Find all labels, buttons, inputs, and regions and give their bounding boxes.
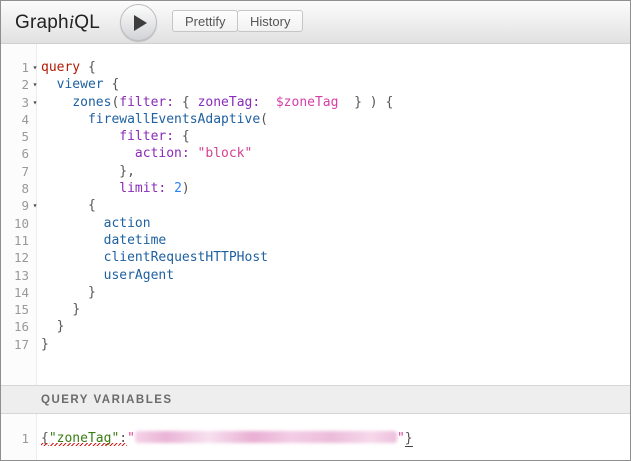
query-editor[interactable]: 1▾query {2▾ viewer {3▾ zones(filter: { z… [1,44,630,385]
code-line[interactable]: 12 clientRequestHTTPHost [1,249,630,266]
line-number: 5 [1,128,29,145]
query-variables-title-bar[interactable]: QUERY VARIABLES [1,385,630,414]
line-number: 7 [1,163,29,180]
fold-arrow-icon[interactable]: ▾ [29,197,41,214]
code-text: filter: { [41,128,190,145]
topbar: GraphiQL Prettify History [1,1,630,44]
code-text: } [41,318,64,335]
history-button[interactable]: History [237,10,303,32]
code-line[interactable]: 5 filter: { [1,128,630,145]
graphiql-logo: GraphiQL [15,1,100,44]
code-line[interactable]: 10 action [1,215,630,232]
code-text: query { [41,59,96,76]
code-line[interactable]: 2▾ viewer { [1,76,630,93]
code-line[interactable]: 14 } [1,284,630,301]
code-text: } [41,284,96,301]
code-line[interactable]: 16 } [1,318,630,335]
fold-gutter-spacer [29,232,41,249]
fold-gutter-spacer [29,111,41,128]
fold-gutter-spacer [29,163,41,180]
code-text: datetime [41,232,166,249]
code-line[interactable]: 13 userAgent [1,267,630,284]
graphiql-window: GraphiQL Prettify History 1▾query {2▾ vi… [0,0,631,461]
line-number: 11 [1,232,29,249]
fold-gutter-spacer [29,267,41,284]
code-text: {"zoneTag":""} [41,430,413,447]
line-number: 17 [1,336,29,353]
code-text: } [41,336,49,353]
code-text: } [41,301,80,318]
prettify-button[interactable]: Prettify [172,10,238,32]
fold-gutter-spacer [29,284,41,301]
line-number: 6 [1,145,29,162]
line-number: 14 [1,284,29,301]
line-number: 10 [1,215,29,232]
code-text: action: "block" [41,145,252,162]
code-text: action [41,215,151,232]
code-text: zones(filter: { zoneTag: $zoneTag } ) { [41,94,393,111]
line-number: 8 [1,180,29,197]
code-text: clientRequestHTTPHost [41,249,268,266]
code-line[interactable]: 8 limit: 2) [1,180,630,197]
code-line[interactable]: 1▾query { [1,59,630,76]
fold-arrow-icon[interactable]: ▾ [29,59,41,76]
variables-code: 1 {"zoneTag":""} [1,414,630,447]
fold-gutter-spacer [29,249,41,266]
fold-gutter-spacer [29,301,41,318]
code-line[interactable]: 15 } [1,301,630,318]
code-text: { [41,197,96,214]
code-line[interactable]: 1 {"zoneTag":""} [1,430,630,447]
query-variables-label: QUERY VARIABLES [41,394,173,406]
line-number: 1 [1,59,29,76]
code-text: firewallEventsAdaptive( [41,111,268,128]
code-line[interactable]: 3▾ zones(filter: { zoneTag: $zoneTag } )… [1,94,630,111]
code-line[interactable]: 17} [1,336,630,353]
code-text: userAgent [41,267,174,284]
fold-gutter-spacer [29,180,41,197]
fold-arrow-icon[interactable]: ▾ [29,76,41,93]
fold-gutter-spacer [29,215,41,232]
fold-gutter-spacer [29,145,41,162]
variables-editor[interactable]: 1 {"zoneTag":""} [1,414,630,460]
code-text: limit: 2) [41,180,190,197]
code-line[interactable]: 6 action: "block" [1,145,630,162]
code-text: }, [41,163,135,180]
play-icon [134,15,147,31]
fold-gutter-spacer [29,128,41,145]
redacted-value [135,431,397,443]
code-line[interactable]: 4 firewallEventsAdaptive( [1,111,630,128]
line-number: 12 [1,249,29,266]
code-line[interactable]: 7 }, [1,163,630,180]
line-number: 1 [1,430,29,447]
fold-arrow-icon[interactable]: ▾ [29,94,41,111]
code-line[interactable]: 11 datetime [1,232,630,249]
query-code: 1▾query {2▾ viewer {3▾ zones(filter: { z… [1,44,630,353]
line-number: 3 [1,94,29,111]
code-text: viewer { [41,76,119,93]
line-number: 2 [1,76,29,93]
fold-gutter-spacer [29,430,41,447]
fold-gutter-spacer [29,336,41,353]
code-line[interactable]: 9▾ { [1,197,630,214]
execute-query-button[interactable] [120,4,157,41]
line-number: 13 [1,267,29,284]
fold-gutter-spacer [29,318,41,335]
line-number: 4 [1,111,29,128]
line-number: 15 [1,301,29,318]
line-number: 9 [1,197,29,214]
line-number: 16 [1,318,29,335]
